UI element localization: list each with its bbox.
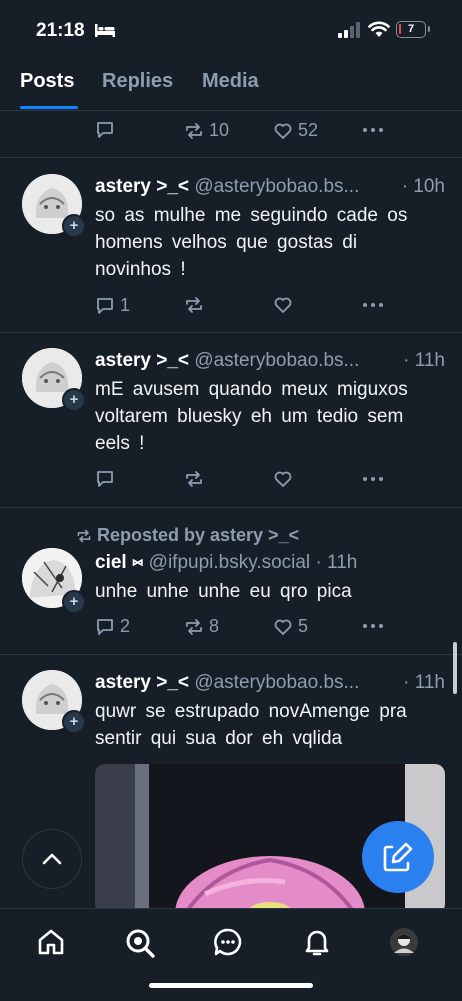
like-button[interactable] <box>273 469 298 489</box>
repost-label: Reposted by astery >_< <box>97 525 300 545</box>
chat-icon[interactable] <box>213 927 243 957</box>
post-divider <box>0 157 462 158</box>
post-header: astery >_< @asterybobao.bs... · 11h <box>95 350 445 372</box>
repost-indicator[interactable]: Reposted by astery >_< <box>76 525 299 546</box>
like-button[interactable]: 5 <box>273 616 308 637</box>
heart-icon <box>274 297 292 313</box>
display-name[interactable]: ciel ⑅ <box>95 552 143 573</box>
repost-icon <box>186 618 202 635</box>
heart-icon <box>274 619 292 635</box>
more-icon <box>363 303 383 307</box>
like-count: 5 <box>298 616 309 636</box>
status-time: 21:18 <box>36 20 85 41</box>
battery-indicator: 7 <box>396 21 426 38</box>
more-icon <box>363 624 383 628</box>
more-options-button[interactable] <box>362 469 384 489</box>
repost-count: 8 <box>209 616 220 636</box>
reply-button[interactable] <box>95 120 115 140</box>
compose-button[interactable] <box>362 821 434 893</box>
follow-plus-icon[interactable]: + <box>62 214 86 238</box>
home-indicator <box>149 983 313 988</box>
repost-count: 10 <box>209 120 230 140</box>
repost-button[interactable] <box>184 295 209 315</box>
post-time: · 11h <box>403 672 445 693</box>
post-divider <box>0 332 462 333</box>
status-bar: 21:18 7 <box>0 0 462 60</box>
more-options-button[interactable] <box>362 295 384 315</box>
post-divider <box>0 654 462 655</box>
home-icon[interactable] <box>36 927 66 957</box>
compose-icon <box>383 842 413 872</box>
reply-count: 2 <box>120 616 131 636</box>
more-icon <box>363 477 383 481</box>
chevron-up-icon <box>42 853 62 865</box>
heart-icon <box>274 123 292 139</box>
like-button[interactable]: 52 <box>273 120 318 141</box>
follow-plus-icon[interactable]: + <box>62 388 86 412</box>
reply-icon <box>97 297 113 314</box>
post-text: mE avusem quando meux miguxos voltarem b… <box>95 379 408 454</box>
reply-button[interactable]: 2 <box>95 616 130 637</box>
battery-level: 7 <box>407 23 415 35</box>
more-icon <box>363 128 383 132</box>
follow-plus-icon[interactable]: + <box>62 710 86 734</box>
tab-media[interactable]: Media <box>202 70 259 93</box>
repost-icon <box>186 471 202 487</box>
scroll-to-top-button[interactable] <box>22 829 82 889</box>
heart-icon <box>274 471 292 487</box>
handle[interactable]: @asterybobao.bs... <box>194 176 359 197</box>
handle[interactable]: @asterybobao.bs... <box>194 672 359 693</box>
bed-icon <box>95 24 115 37</box>
reply-button[interactable] <box>95 469 120 489</box>
scrollbar-thumb[interactable] <box>453 642 457 694</box>
post-text: so as mulhe me seguindo cade os homens v… <box>95 205 408 280</box>
handle[interactable]: @asterybobao.bs... <box>194 350 359 371</box>
like-button[interactable] <box>273 295 298 315</box>
display-name[interactable]: astery >_< <box>95 350 189 371</box>
search-icon[interactable] <box>124 927 156 959</box>
active-tab-indicator <box>20 106 78 109</box>
post-time: · 11h <box>403 350 445 371</box>
post-divider <box>0 507 462 508</box>
repost-button[interactable]: 8 <box>184 616 219 637</box>
handle[interactable]: @ifpupi.bsky.social <box>149 552 311 573</box>
display-name[interactable]: astery >_< <box>95 176 189 197</box>
post-header: ciel ⑅ @ifpupi.bsky.social · 11h <box>95 552 445 574</box>
like-count: 52 <box>298 120 319 140</box>
repost-icon <box>186 122 202 139</box>
post-time: · 10h <box>401 176 445 197</box>
post-text: unhe unhe unhe eu qro pica <box>95 581 352 602</box>
signal-icon <box>338 22 360 38</box>
reply-icon <box>97 471 113 487</box>
post-text: quwr se estrupado novAmenge pra sentir q… <box>95 701 407 749</box>
post-time: · 11h <box>315 552 358 573</box>
reply-icon <box>97 122 113 138</box>
profile-avatar[interactable] <box>389 927 419 957</box>
follow-plus-icon[interactable]: + <box>62 590 86 614</box>
post-header: astery >_< @asterybobao.bs... · 10h <box>95 176 445 198</box>
profile-tabs: Posts Replies Media <box>0 60 462 111</box>
reply-count: 1 <box>120 295 131 315</box>
more-options-button[interactable] <box>362 616 384 636</box>
battery-tip <box>428 26 430 32</box>
reply-button[interactable]: 1 <box>95 295 130 316</box>
more-options-button[interactable] <box>362 120 384 140</box>
tab-posts[interactable]: Posts <box>20 70 74 93</box>
post-header: astery >_< @asterybobao.bs... · 11h <box>95 672 445 694</box>
reply-icon <box>97 618 113 635</box>
repost-icon <box>77 529 91 542</box>
bell-icon[interactable] <box>302 927 332 957</box>
repost-icon <box>186 297 202 313</box>
tab-replies[interactable]: Replies <box>102 70 173 93</box>
repost-button[interactable]: 10 <box>184 120 229 141</box>
wifi-icon <box>368 21 390 37</box>
display-name[interactable]: astery >_< <box>95 672 189 693</box>
repost-button[interactable] <box>184 469 209 489</box>
